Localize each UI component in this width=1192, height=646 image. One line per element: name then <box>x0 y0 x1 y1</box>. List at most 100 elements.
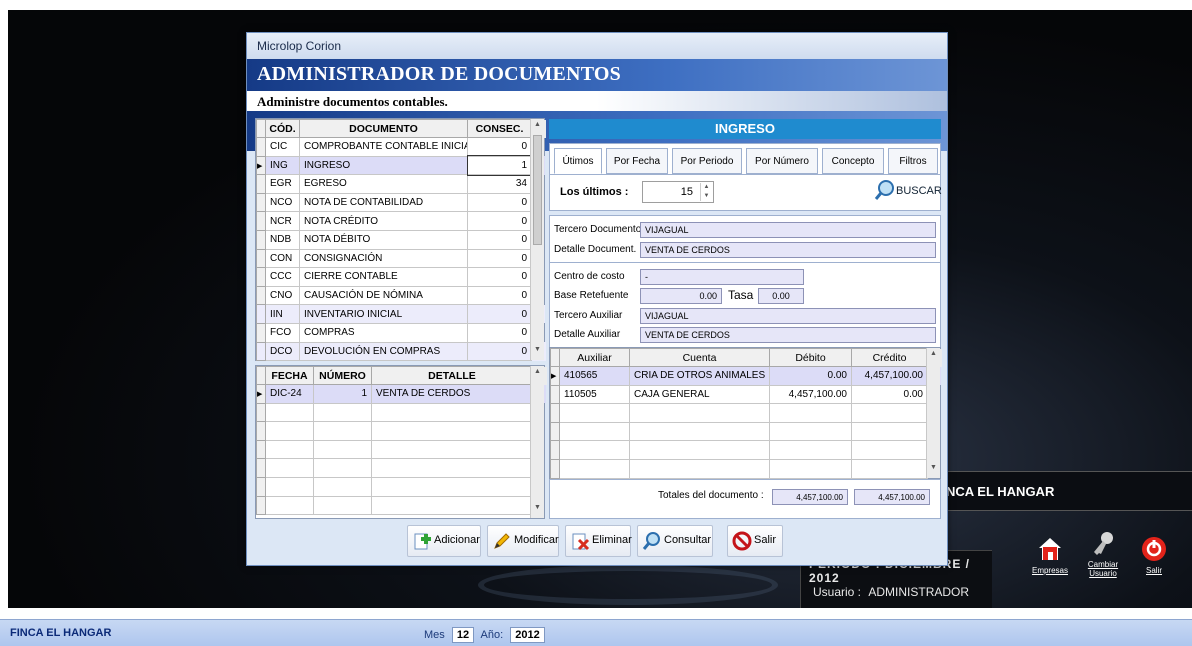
records-grid[interactable]: FECHA NÚMERO DETALLE DIC-241VENTA DE CER… <box>255 365 547 519</box>
base-retefuente-label: Base Retefuente <box>554 290 629 301</box>
table-row[interactable] <box>550 440 942 460</box>
tab-ultimos[interactable]: Útimos <box>554 148 602 174</box>
cell-cod: CCC <box>265 267 300 287</box>
table-row[interactable] <box>256 495 547 516</box>
tab-concepto[interactable]: Concepto <box>822 148 884 174</box>
salir-shortcut-label: Salir <box>1145 566 1162 575</box>
table-row[interactable]: NCR NOTA CRÉDITO 0 <box>256 211 546 231</box>
scroll-thumb[interactable] <box>533 135 542 245</box>
row-indicator-header <box>256 366 266 385</box>
scroll-up-arrow-icon[interactable]: ▲ <box>531 121 544 133</box>
tab-por-fecha[interactable]: Por Fecha <box>606 148 668 174</box>
tab-filtros[interactable]: Filtros <box>888 148 938 174</box>
records-grid-scrollbar[interactable]: ▲ ▼ <box>530 366 544 518</box>
table-row[interactable]: FCO COMPRAS 0 <box>256 322 546 343</box>
scroll-down-arrow-icon[interactable]: ▼ <box>531 504 544 516</box>
filter-tabs: Útimos Por Fecha Por Periodo Por Número … <box>549 143 942 211</box>
ingreso-title: INGRESO <box>549 119 941 139</box>
col-header-detalle[interactable]: DETALLE <box>371 366 533 385</box>
cell-consec: 0 <box>467 192 532 213</box>
table-row-selected[interactable]: 410565CRIA DE OTROS ANIMALES0.004,457,10… <box>550 366 942 386</box>
table-row[interactable] <box>256 458 547 478</box>
tab-por-periodo[interactable]: Por Periodo <box>672 148 742 174</box>
entries-grid-scrollbar[interactable]: ▲ ▼ <box>926 348 940 478</box>
tercero-documento-field[interactable]: VIJAGUAL <box>640 222 936 238</box>
table-row[interactable] <box>256 421 547 441</box>
eliminar-button[interactable]: Eliminar <box>565 525 632 557</box>
table-row[interactable]: NDB NOTA DÉBITO 0 <box>256 229 546 250</box>
table-row[interactable]: DCO DEVOLUCIÓN EN COMPRAS 0 <box>256 341 546 362</box>
cell-documento: CIERRE CONTABLE <box>299 267 468 287</box>
page-title: ADMINISTRADOR DE DOCUMENTOS <box>257 63 621 85</box>
table-row[interactable] <box>256 476 547 497</box>
tab-por-numero[interactable]: Por Número <box>746 148 818 174</box>
cell-documento: COMPROBANTE CONTABLE INICIAL <box>299 137 468 157</box>
usuario-label: Usuario : <box>813 585 862 599</box>
base-retefuente-field[interactable]: 0.00 <box>640 288 722 304</box>
cambiar-usuario-label: Cambiar Usuario <box>1087 560 1119 578</box>
adicionar-button[interactable]: Adicionar <box>407 525 481 557</box>
tercero-auxiliar-field[interactable]: VIJAGUAL <box>640 308 936 324</box>
col-header-auxiliar[interactable]: Auxiliar <box>559 348 630 367</box>
scroll-down-arrow-icon[interactable]: ▼ <box>531 346 544 358</box>
table-row[interactable]: IIN INVENTARIO INICIAL 0 <box>256 304 546 324</box>
table-row[interactable] <box>256 439 547 460</box>
scroll-up-arrow-icon[interactable]: ▲ <box>927 350 940 362</box>
scroll-up-arrow-icon[interactable]: ▲ <box>531 368 544 380</box>
col-header-consec[interactable]: CONSEC. <box>467 119 532 138</box>
documents-window: Microlop Corion ADMINISTRADOR DE DOCUMEN… <box>246 32 948 566</box>
house-icon <box>1039 538 1061 560</box>
col-header-documento[interactable]: DOCUMENTO <box>299 119 468 138</box>
cell-consec: 0 <box>467 267 532 287</box>
los-ultimos-value: 15 <box>680 186 693 198</box>
table-row-selected[interactable]: DIC-241VENTA DE CERDOS <box>256 384 547 404</box>
table-row[interactable] <box>256 402 547 423</box>
table-row[interactable]: EGR EGRESO 34 <box>256 174 546 194</box>
empresas-shortcut[interactable]: Empresas <box>1028 536 1072 575</box>
table-row-selected[interactable]: INGINGRESO1 <box>256 155 546 176</box>
modificar-button[interactable]: Modificar <box>487 525 559 557</box>
centro-costo-field[interactable]: - <box>640 269 804 285</box>
salir-button[interactable]: Salir <box>727 525 783 557</box>
accounting-entries-grid[interactable]: Auxiliar Cuenta Débito Crédito 410565CRI… <box>549 347 942 479</box>
power-icon <box>1142 537 1166 561</box>
table-row[interactable]: NCO NOTA DE CONTABILIDAD 0 <box>256 192 546 213</box>
cambiar-usuario-shortcut[interactable]: Cambiar Usuario <box>1081 530 1125 578</box>
centro-costo-label: Centro de costo <box>554 271 625 282</box>
col-header-fecha[interactable]: FECHA <box>265 366 314 385</box>
buscar-label: BUSCAR <box>896 185 942 197</box>
scroll-down-arrow-icon[interactable]: ▼ <box>927 464 940 476</box>
consultar-button[interactable]: Consultar <box>637 525 713 557</box>
table-row[interactable]: CON CONSIGNACIÓN 0 <box>256 248 546 269</box>
tercero-auxiliar-label: Tercero Auxiliar <box>554 310 623 321</box>
tasa-field[interactable]: 0.00 <box>758 288 804 304</box>
add-icon <box>414 533 431 550</box>
los-ultimos-stepper[interactable]: 15 ▲ ▼ <box>642 181 714 203</box>
cell-consec: 34 <box>467 174 532 194</box>
table-row[interactable] <box>550 458 942 479</box>
col-header-debito[interactable]: Débito <box>769 348 852 367</box>
cell-cod: DCO <box>265 341 300 362</box>
stepper-arrows-icon[interactable]: ▲ ▼ <box>700 183 712 201</box>
salir-shortcut[interactable]: Salir <box>1132 536 1176 575</box>
detalle-auxiliar-field[interactable]: VENTA DE CERDOS <box>640 327 936 343</box>
cell-detalle: VENTA DE CERDOS <box>371 384 533 404</box>
cell-cuenta: CAJA GENERAL <box>629 384 770 405</box>
cell-consec[interactable]: 1 <box>466 155 533 176</box>
window-title: Microlop Corion <box>247 33 947 59</box>
buscar-button[interactable]: BUSCAR <box>874 177 942 205</box>
table-row[interactable]: CCC CIERRE CONTABLE 0 <box>256 267 546 287</box>
table-row[interactable] <box>550 421 942 442</box>
col-header-cod[interactable]: CÓD. <box>265 119 300 138</box>
table-row[interactable]: CIC COMPROBANTE CONTABLE INICIAL 0 <box>256 137 546 157</box>
table-row[interactable] <box>550 403 942 423</box>
document-grid-scrollbar[interactable]: ▲ ▼ <box>530 119 544 360</box>
col-header-numero[interactable]: NÚMERO <box>313 366 372 385</box>
col-header-cuenta[interactable]: Cuenta <box>629 348 770 367</box>
document-types-grid[interactable]: CÓD. DOCUMENTO CONSEC. CIC COMPROBANTE CO… <box>255 118 546 362</box>
table-row[interactable]: CNO CAUSACIÓN DE NÓMINA 0 <box>256 285 546 306</box>
table-row[interactable]: 110505 CAJA GENERAL 4,457,100.00 0.00 <box>550 384 942 405</box>
col-header-credito[interactable]: Crédito <box>851 348 928 367</box>
detalle-documento-field[interactable]: VENTA DE CERDOS <box>640 242 936 258</box>
empresas-label: Empresas <box>1031 566 1068 575</box>
